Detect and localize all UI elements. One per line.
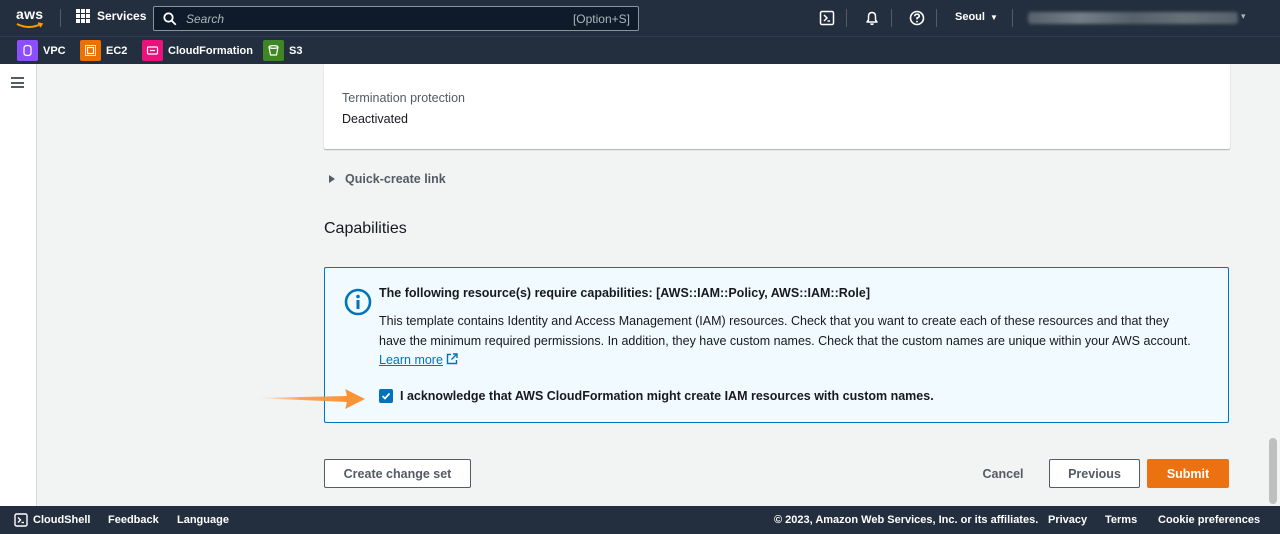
ec2-icon — [80, 40, 101, 61]
stack-details-card: Termination protection Deactivated — [324, 64, 1230, 149]
console-footer: CloudShell Feedback Language © 2023, Ama… — [0, 506, 1280, 534]
account-menu-blurred[interactable] — [1028, 12, 1238, 24]
cloudshell-icon[interactable] — [819, 10, 835, 26]
feedback-link[interactable]: Feedback — [108, 514, 159, 526]
favorite-label: EC2 — [106, 44, 128, 57]
aws-logo-text: aws — [16, 6, 44, 22]
quick-create-label: Quick-create link — [345, 172, 446, 186]
scrollbar-thumb[interactable] — [1269, 438, 1277, 504]
cloudformation-icon — [142, 40, 163, 61]
vpc-icon — [17, 40, 38, 61]
favorite-ec2[interactable]: EC2 — [80, 40, 127, 61]
submit-button[interactable]: Submit — [1147, 459, 1229, 488]
s3-icon — [263, 40, 284, 61]
cookie-preferences-link[interactable]: Cookie preferences — [1158, 514, 1260, 526]
bell-icon[interactable] — [864, 10, 880, 26]
capabilities-heading: Capabilities — [324, 220, 407, 237]
caret-down-icon: ▾ — [1241, 11, 1246, 21]
acknowledge-iam-label: I acknowledge that AWS CloudFormation mi… — [400, 389, 934, 403]
cloudshell-icon[interactable] — [14, 513, 28, 527]
language-link[interactable]: Language — [177, 514, 229, 526]
annotation-arrow-icon — [255, 389, 365, 409]
copyright-text: © 2023, Amazon Web Services, Inc. or its… — [774, 514, 1039, 526]
acknowledge-iam-checkbox[interactable] — [379, 389, 393, 403]
cancel-button[interactable]: Cancel — [972, 459, 1034, 488]
favorites-bar: VPC EC2 CloudFormation S3 — [0, 36, 1280, 64]
search-input[interactable] — [186, 11, 573, 26]
top-navigation-bar: aws Services [Option+S] Seoul — [0, 0, 1280, 36]
terms-link[interactable]: Terms — [1105, 514, 1137, 526]
external-link-icon[interactable] — [446, 353, 458, 365]
search-shortcut-hint: [Option+S] — [572, 11, 630, 26]
side-navigation-rail — [0, 64, 37, 506]
nav-divider — [891, 9, 892, 27]
hamburger-menu-icon[interactable] — [11, 77, 24, 88]
nav-divider — [1012, 9, 1013, 27]
region-selector[interactable]: Seoul ▼ — [955, 11, 998, 23]
previous-button[interactable]: Previous — [1049, 459, 1140, 488]
info-alert-text: This template contains Identity and Acce… — [379, 314, 1191, 348]
nav-divider — [936, 9, 937, 27]
quick-create-link-expander[interactable]: Quick-create link — [329, 172, 446, 186]
aws-logo[interactable]: aws — [14, 6, 48, 30]
privacy-link[interactable]: Privacy — [1048, 514, 1087, 526]
region-label: Seoul — [955, 11, 985, 23]
favorite-vpc[interactable]: VPC — [17, 40, 66, 61]
services-menu-button[interactable]: Services — [76, 9, 146, 23]
favorite-label: S3 — [289, 44, 303, 57]
info-alert-body: This template contains Identity and Acce… — [379, 312, 1199, 371]
termination-protection-value: Deactivated — [342, 112, 409, 126]
help-icon[interactable] — [909, 10, 925, 26]
aws-smile-icon — [16, 22, 44, 28]
favorite-s3[interactable]: S3 — [263, 40, 302, 61]
learn-more-link[interactable]: Learn more — [379, 353, 443, 367]
caret-right-icon — [329, 175, 335, 183]
favorite-label: CloudFormation — [168, 44, 253, 57]
nav-divider — [846, 9, 847, 27]
capabilities-info-alert: The following resource(s) require capabi… — [324, 267, 1229, 423]
acknowledge-iam-row: I acknowledge that AWS CloudFormation mi… — [379, 389, 934, 403]
favorite-cloudformation[interactable]: CloudFormation — [142, 40, 253, 61]
services-label: Services — [97, 9, 147, 23]
checkmark-icon — [381, 392, 391, 400]
info-alert-title: The following resource(s) require capabi… — [379, 286, 871, 300]
create-change-set-button[interactable]: Create change set — [324, 459, 471, 488]
cloudshell-link[interactable]: CloudShell — [33, 514, 90, 526]
favorite-label: VPC — [43, 44, 66, 57]
learn-more-label: Learn more — [379, 353, 443, 367]
termination-protection-label: Termination protection — [342, 91, 465, 105]
caret-down-icon: ▼ — [989, 12, 998, 22]
info-icon — [344, 288, 372, 316]
search-bar[interactable]: [Option+S] — [153, 6, 639, 31]
nav-divider — [60, 9, 61, 27]
search-icon — [163, 11, 177, 25]
grid-icon — [76, 9, 90, 23]
